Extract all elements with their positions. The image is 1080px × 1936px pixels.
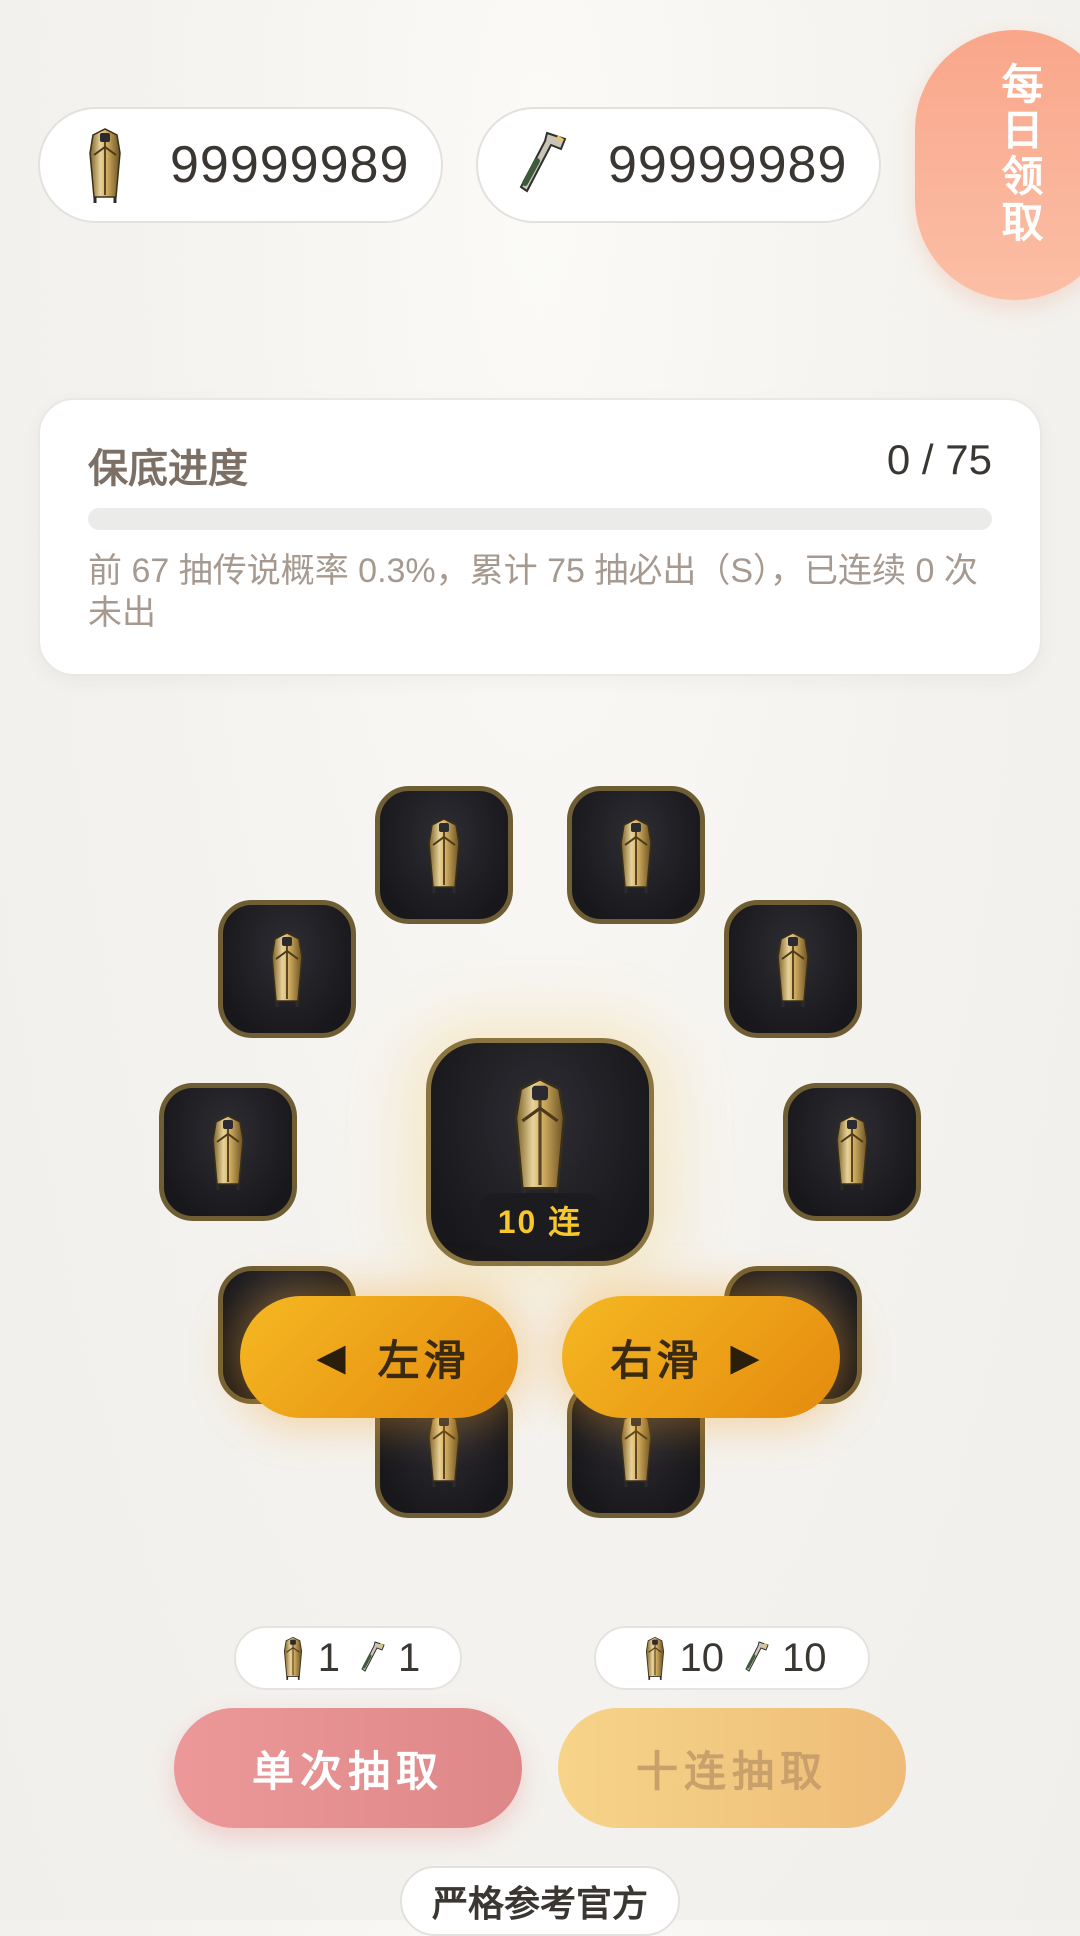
single-draw-button[interactable]: 单次抽取 <box>174 1708 522 1828</box>
key-balance-pill: 99999989 <box>38 107 443 223</box>
golden-case-icon <box>616 1409 656 1489</box>
crowbar-icon <box>742 1635 772 1681</box>
wheel-center-slot[interactable]: 10 连 <box>426 1038 654 1266</box>
pity-count: 0 / 75 <box>886 436 992 483</box>
pity-title: 保底进度 <box>88 447 248 491</box>
golden-case-icon <box>424 1409 464 1489</box>
golden-case-icon <box>508 1073 572 1201</box>
pity-description: 前 67 抽传说概率 0.3%，累计 75 抽必出（S），已连续 0 次未出 <box>88 552 978 632</box>
center-badge: 10 连 <box>479 1193 601 1247</box>
trophy-key-icon <box>70 120 140 210</box>
pity-progress-card: 保底进度 0 / 75 前 67 抽传说概率 0.3%，累计 75 抽必出（S）… <box>38 398 1042 676</box>
wheel-slot[interactable] <box>375 786 513 924</box>
single-draw-label: 单次抽取 <box>251 1747 444 1795</box>
trophy-key-icon <box>640 1635 670 1681</box>
swipe-right-button[interactable]: 右滑 ▶ <box>562 1296 840 1418</box>
single-cost-keys: 1 <box>317 1635 340 1680</box>
pity-progress-bar <box>88 508 992 530</box>
swipe-right-label: 右滑 <box>610 1336 703 1384</box>
golden-case-icon <box>773 929 813 1009</box>
golden-case-icon <box>208 1112 248 1192</box>
ten-draw-label: 十连抽取 <box>635 1747 828 1795</box>
swipe-left-label: 左滑 <box>377 1336 470 1384</box>
swipe-left-button[interactable]: ◀ 左滑 <box>240 1296 518 1418</box>
wheel-slot[interactable] <box>567 786 705 924</box>
golden-case-icon <box>267 929 307 1009</box>
official-reference-tag: 严格参考官方 <box>400 1866 680 1936</box>
trophy-key-icon <box>278 1635 308 1681</box>
golden-case-icon <box>832 1112 872 1192</box>
single-cost-tools: 1 <box>398 1635 421 1680</box>
crowbar-icon <box>358 1635 388 1681</box>
tool-balance-value: 99999989 <box>608 136 848 194</box>
ten-cost-pill: 10 10 <box>594 1626 870 1690</box>
ten-cost-tools: 10 <box>782 1635 827 1680</box>
crowbar-icon <box>508 120 578 210</box>
ten-cost-keys: 10 <box>679 1635 725 1680</box>
tool-balance-pill: 99999989 <box>476 107 881 223</box>
key-balance-value: 99999989 <box>170 136 410 194</box>
wheel-slot[interactable] <box>724 900 862 1038</box>
official-reference-label: 严格参考官方 <box>431 1883 648 1924</box>
wheel-slot[interactable] <box>783 1083 921 1221</box>
ten-draw-button[interactable]: 十连抽取 <box>558 1708 906 1828</box>
single-cost-pill: 1 1 <box>234 1626 462 1690</box>
golden-case-icon <box>424 815 464 895</box>
arrow-left-icon: ◀ <box>316 1336 350 1379</box>
wheel-slot[interactable] <box>218 900 356 1038</box>
arrow-right-icon: ▶ <box>730 1336 764 1379</box>
wheel-slot[interactable] <box>159 1083 297 1221</box>
daily-claim-label: 每日领取 <box>996 62 1043 246</box>
daily-claim-button[interactable]: 每日领取 <box>915 30 1080 300</box>
golden-case-icon <box>616 815 656 895</box>
